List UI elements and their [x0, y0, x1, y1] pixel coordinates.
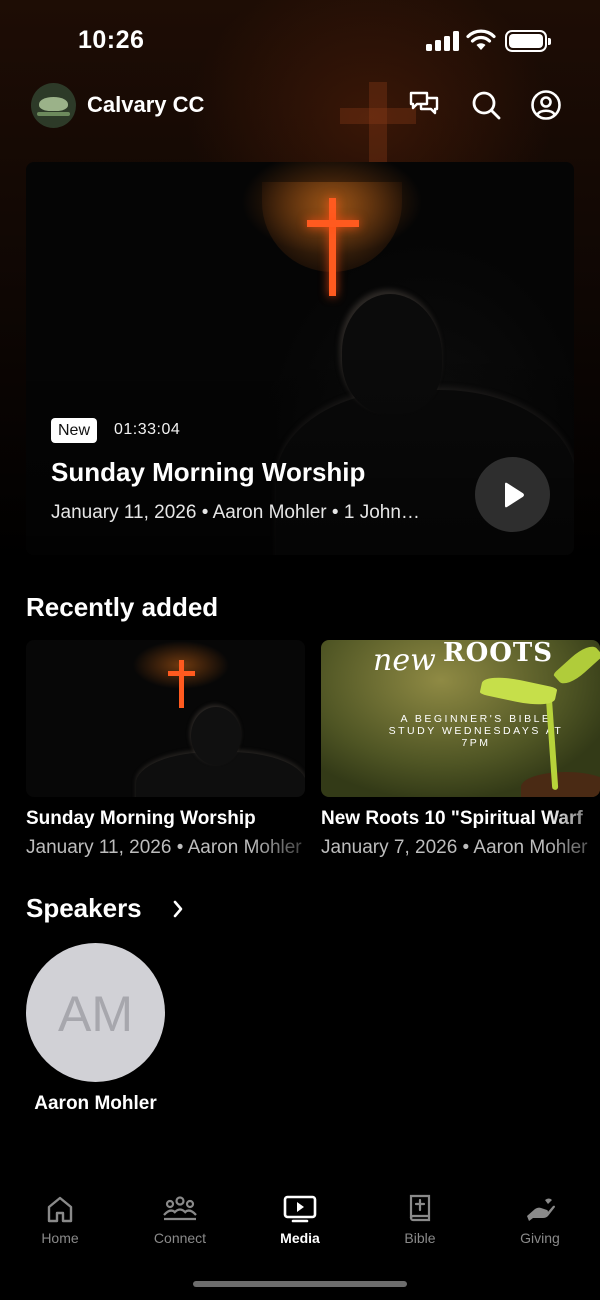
- hero-title: Sunday Morning Worship: [51, 457, 366, 487]
- speaker-avatar[interactable]: AM: [26, 943, 165, 1082]
- hero-image-cross-bar: [307, 220, 359, 227]
- tab-label: Bible: [404, 1230, 436, 1246]
- recent-item-meta: January 11, 2026 • Aaron Mohler: [26, 837, 302, 858]
- recent-item[interactable]: Sunday Morning Worship January 11, 2026 …: [26, 640, 305, 858]
- featured-sermon-card[interactable]: New 01:33:04 Sunday Morning Worship Janu…: [26, 162, 574, 555]
- church-logo[interactable]: [31, 83, 76, 128]
- chevron-right-icon[interactable]: [170, 898, 186, 920]
- home-indicator: [193, 1281, 407, 1287]
- wifi-icon: [466, 29, 496, 50]
- tv-play-icon: [283, 1195, 317, 1223]
- recent-item-title: Sunday Morning Worship: [26, 808, 256, 829]
- speaker-name[interactable]: Aaron Mohler: [26, 1093, 165, 1115]
- tab-media[interactable]: Media: [240, 1194, 360, 1246]
- battery-icon: [505, 30, 551, 52]
- bible-icon: [409, 1194, 431, 1222]
- play-icon: [505, 482, 524, 508]
- tab-bible[interactable]: Bible: [360, 1194, 480, 1246]
- status-bar: 10:26: [0, 0, 600, 80]
- chat-icon[interactable]: [408, 89, 440, 121]
- tab-label: Media: [280, 1230, 320, 1246]
- tab-label: Home: [41, 1230, 79, 1246]
- org-name: Calvary CC: [87, 92, 205, 117]
- home-icon: [47, 1196, 73, 1223]
- tab-home[interactable]: Home: [0, 1194, 120, 1246]
- profile-icon[interactable]: [530, 89, 562, 121]
- background-cross-bar: [340, 108, 416, 124]
- tab-label: Connect: [153, 1230, 207, 1246]
- tab-connect[interactable]: Connect: [120, 1194, 240, 1246]
- status-time: 10:26: [78, 26, 145, 54]
- speakers-title[interactable]: Speakers: [26, 893, 142, 924]
- play-button[interactable]: [475, 457, 550, 532]
- hero-image-cross: [329, 198, 336, 296]
- recently-added-title: Recently added: [26, 592, 219, 622]
- tab-label: Giving: [520, 1230, 560, 1246]
- recent-item-title: New Roots 10 "Spiritual Warf: [321, 808, 583, 829]
- cellular-signal-icon: [426, 31, 460, 51]
- speaker-initials: AM: [58, 986, 133, 1042]
- hero-meta: January 11, 2026 • Aaron Mohler • 1 John…: [51, 502, 420, 523]
- recent-item-meta: January 7, 2026 • Aaron Mohler: [321, 837, 588, 858]
- giving-hand-icon: [527, 1198, 555, 1221]
- people-icon: [163, 1196, 197, 1221]
- search-icon[interactable]: [470, 89, 502, 121]
- hero-duration: 01:33:04: [114, 421, 181, 438]
- new-badge: New: [51, 418, 98, 443]
- tab-giving[interactable]: Giving: [480, 1194, 600, 1246]
